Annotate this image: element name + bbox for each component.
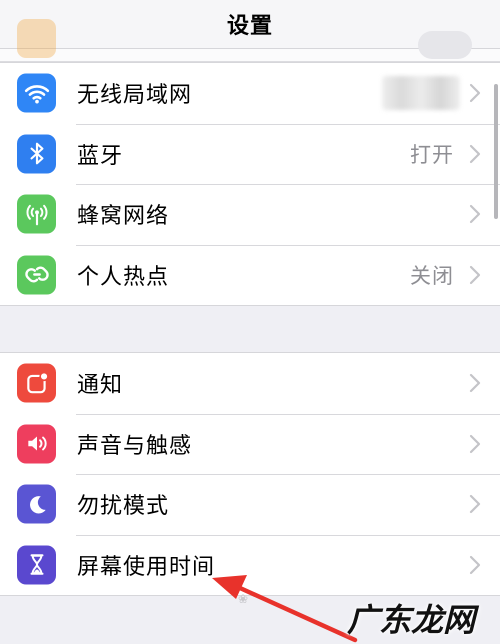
row-bluetooth[interactable]: 蓝牙 打开 [0, 123, 500, 185]
row-label: 通知 [77, 373, 124, 399]
chevron-right-icon [469, 205, 481, 224]
chevron-right-icon [469, 265, 481, 284]
chevron-right-icon [469, 555, 481, 574]
chevron-right-icon [469, 84, 481, 103]
row-value: 关闭 [410, 263, 454, 288]
row-do-not-disturb[interactable]: 勿扰模式 [0, 474, 500, 535]
row-label: 蓝牙 [77, 143, 124, 169]
antenna-icon [17, 194, 56, 234]
chevron-right-icon [469, 434, 481, 453]
airplane-mode-icon [17, 19, 56, 58]
blurred-network-name [382, 76, 460, 111]
moon-icon [17, 484, 56, 524]
scroll-indicator[interactable] [494, 84, 498, 219]
row-label: 蜂窝网络 [77, 204, 170, 230]
row-value: 打开 [410, 142, 454, 167]
watermark-text: 广东龙网 [346, 601, 475, 639]
hotspot-link-icon [17, 255, 56, 295]
row-wifi[interactable]: 无线局域网 [0, 63, 500, 124]
hourglass-icon [17, 545, 56, 585]
row-cellular[interactable]: 蜂窝网络 [0, 184, 500, 245]
row-label: 无线局域网 [77, 83, 193, 109]
partially-hidden-row [0, 19, 500, 62]
notifications-group: 通知 声音与触感 勿扰模式 屏幕使用时间 [0, 352, 500, 596]
airplane-mode-toggle[interactable] [418, 31, 472, 59]
row-sounds[interactable]: 声音与触感 [0, 413, 500, 475]
watermark: 广东龙网 [322, 592, 500, 644]
faint-watermark-icon: ❀ [238, 592, 249, 606]
wifi-icon [17, 73, 56, 113]
row-label: 个人热点 [77, 264, 170, 290]
row-screen-time[interactable]: 屏幕使用时间 [0, 534, 500, 596]
row-label: 勿扰模式 [77, 494, 170, 520]
connectivity-group: 无线局域网 蓝牙 打开 蜂窝网络 个人热点 关闭 [0, 62, 500, 306]
notification-icon [17, 363, 56, 403]
speaker-icon [17, 424, 56, 464]
chevron-right-icon [469, 374, 481, 393]
row-label: 声音与触感 [77, 433, 193, 459]
row-label: 屏幕使用时间 [77, 554, 216, 580]
bluetooth-icon [17, 134, 56, 174]
chevron-right-icon [469, 144, 481, 163]
chevron-right-icon [469, 495, 481, 514]
row-notifications[interactable]: 通知 [0, 353, 500, 414]
row-hotspot[interactable]: 个人热点 关闭 [0, 244, 500, 306]
page-title: 设置 [226, 14, 273, 39]
